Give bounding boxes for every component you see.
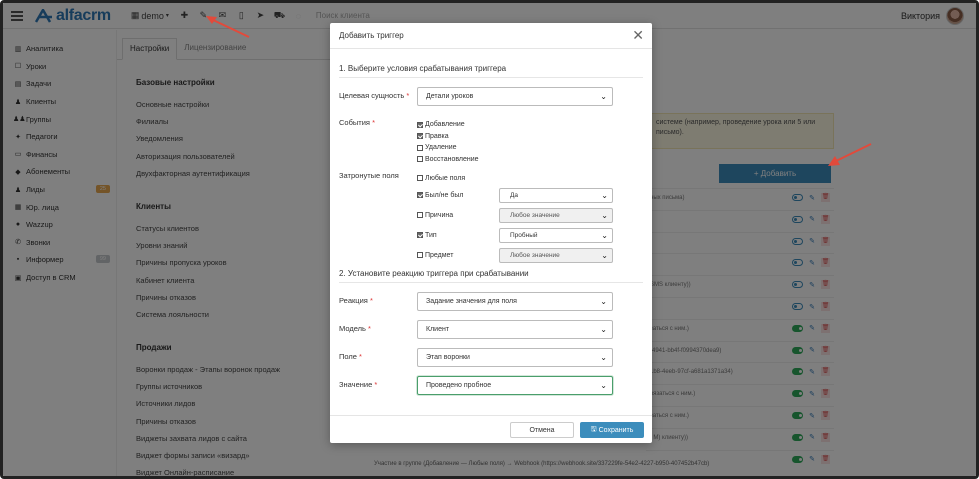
checkbox-box bbox=[417, 175, 423, 181]
field-checkbox[interactable]: Тип bbox=[417, 229, 499, 241]
event-label: Правка bbox=[425, 132, 449, 140]
modal-footer: Отмена 🖫 Сохранить bbox=[330, 415, 652, 443]
chevron-down-icon: ⌄ bbox=[601, 190, 608, 200]
field-value: Этап воронки bbox=[426, 354, 470, 361]
value-label: Значение * bbox=[339, 380, 378, 389]
events-label: События * bbox=[339, 118, 375, 127]
chevron-down-icon: ⌄ bbox=[600, 381, 607, 390]
checkbox-box bbox=[417, 144, 423, 151]
events-row: События * Добавление Правка Удаление Восста… bbox=[339, 118, 643, 165]
save-label: Сохранить bbox=[598, 426, 634, 434]
affected-fields-grid: Любые поля Был/не был Да ⌄ Причина Любое зна… bbox=[417, 171, 613, 265]
reaction-label: Реакция * bbox=[339, 296, 373, 305]
step-1-title: 1. Выберите условия срабатывания триггер… bbox=[339, 64, 643, 78]
chevron-down-icon: ⌄ bbox=[601, 250, 608, 260]
model-value: Клиент bbox=[426, 326, 450, 333]
value-select[interactable]: Проведено пробное ⌄ bbox=[417, 376, 613, 395]
value-value: Проведено пробное bbox=[426, 382, 492, 389]
checkbox-box bbox=[417, 232, 423, 238]
chevron-down-icon: ⌄ bbox=[600, 92, 607, 101]
event-label: Удаление bbox=[425, 144, 457, 152]
field-label: Поле * bbox=[339, 352, 362, 361]
event-checkbox[interactable]: Правка bbox=[417, 131, 479, 143]
cancel-button[interactable]: Отмена bbox=[510, 422, 574, 438]
event-checkbox[interactable]: Удаление bbox=[417, 142, 479, 154]
model-label: Модель * bbox=[339, 324, 371, 333]
chevron-down-icon: ⌄ bbox=[600, 297, 607, 306]
event-checkbox[interactable]: Добавление bbox=[417, 119, 479, 131]
affected-field-row: Был/не был Да ⌄ bbox=[417, 185, 613, 205]
target-entity-value: Детали уроков bbox=[426, 93, 474, 100]
events-checkboxes: Добавление Правка Удаление Восстановление bbox=[417, 118, 479, 165]
checkbox-box bbox=[417, 121, 423, 128]
reaction-value: Задание значения для поля bbox=[426, 298, 517, 305]
field-checkbox[interactable]: Был/не был bbox=[417, 189, 499, 201]
field-row: Поле * Этап воронки ⌄ bbox=[339, 348, 643, 370]
affected-fields-label: Затронутые поля bbox=[339, 171, 399, 180]
field-value-text: Любое значение bbox=[510, 251, 560, 259]
checkbox-box bbox=[417, 133, 423, 140]
target-entity-row: Целевая сущность * Детали уроков ⌄ bbox=[339, 87, 643, 109]
step-2-title: 2. Установите реакцию триггера при сраба… bbox=[339, 269, 643, 283]
event-label: Добавление bbox=[425, 121, 465, 129]
chevron-down-icon: ⌄ bbox=[601, 210, 608, 220]
field-value-text: Пробный bbox=[510, 231, 538, 239]
field-select[interactable]: Этап воронки ⌄ bbox=[417, 348, 613, 367]
checkbox-box bbox=[417, 252, 423, 258]
affected-fields-row: Затронутые поля Любые поля Был/не был Да ⌄… bbox=[339, 171, 643, 265]
checkbox-box bbox=[417, 192, 423, 198]
event-label: Восстановление bbox=[425, 155, 479, 163]
field-value-select[interactable]: Да ⌄ bbox=[499, 187, 613, 203]
chevron-down-icon: ⌄ bbox=[600, 353, 607, 362]
model-select[interactable]: Клиент ⌄ bbox=[417, 320, 613, 339]
field-checkbox-label: Предмет bbox=[425, 251, 454, 259]
target-entity-label: Целевая сущность * bbox=[339, 91, 410, 100]
field-checkbox[interactable]: Причина bbox=[417, 209, 499, 221]
field-value-select[interactable]: Любое значение ⌄ bbox=[499, 247, 613, 263]
save-button[interactable]: 🖫 Сохранить bbox=[580, 422, 644, 438]
reaction-select[interactable]: Задание значения для поля ⌄ bbox=[417, 292, 613, 311]
close-icon[interactable]: ✕ bbox=[632, 28, 644, 42]
floppy-icon: 🖫 bbox=[590, 425, 597, 433]
chevron-down-icon: ⌄ bbox=[600, 325, 607, 334]
any-fields-label: Любые поля bbox=[425, 174, 466, 182]
modal-body: 1. Выберите условия срабатывания триггер… bbox=[339, 49, 643, 404]
target-entity-select[interactable]: Детали уроков ⌄ bbox=[417, 87, 613, 106]
model-row: Модель * Клиент ⌄ bbox=[339, 320, 643, 342]
affected-field-row: Тип Пробный ⌄ bbox=[417, 225, 613, 245]
field-checkbox-label: Причина bbox=[425, 211, 454, 219]
modal-header: Добавить триггер ✕ bbox=[330, 23, 652, 49]
chevron-down-icon: ⌄ bbox=[601, 230, 608, 240]
any-fields-checkbox[interactable]: Любые поля bbox=[417, 171, 613, 185]
field-checkbox-label: Тип bbox=[425, 231, 437, 239]
reaction-row: Реакция * Задание значения для поля ⌄ bbox=[339, 292, 643, 314]
field-value-text: Любое значение bbox=[510, 211, 560, 219]
field-value-select[interactable]: Любое значение ⌄ bbox=[499, 207, 613, 223]
field-checkbox-label: Был/не был bbox=[425, 191, 464, 199]
affected-field-row: Предмет Любое значение ⌄ bbox=[417, 245, 613, 265]
modal-title: Добавить триггер bbox=[339, 31, 404, 40]
add-trigger-modal: Добавить триггер ✕ 1. Выберите условия с… bbox=[330, 23, 652, 443]
field-rows: Был/не был Да ⌄ Причина Любое значение ⌄ Тип Пр… bbox=[417, 185, 613, 265]
field-checkbox[interactable]: Предмет bbox=[417, 249, 499, 261]
app-frame: alfacrm ▦ demo ▾ ✚ ✎ ✉ ▯ ➤ ⛟ ◌ Поиск кли… bbox=[0, 0, 979, 479]
checkbox-box bbox=[417, 156, 423, 163]
affected-field-row: Причина Любое значение ⌄ bbox=[417, 205, 613, 225]
event-checkbox[interactable]: Восстановление bbox=[417, 154, 479, 166]
value-row: Значение * Проведено пробное ⌄ bbox=[339, 376, 643, 398]
checkbox-box bbox=[417, 212, 423, 218]
field-value-text: Да bbox=[510, 191, 519, 199]
field-value-select[interactable]: Пробный ⌄ bbox=[499, 227, 613, 243]
